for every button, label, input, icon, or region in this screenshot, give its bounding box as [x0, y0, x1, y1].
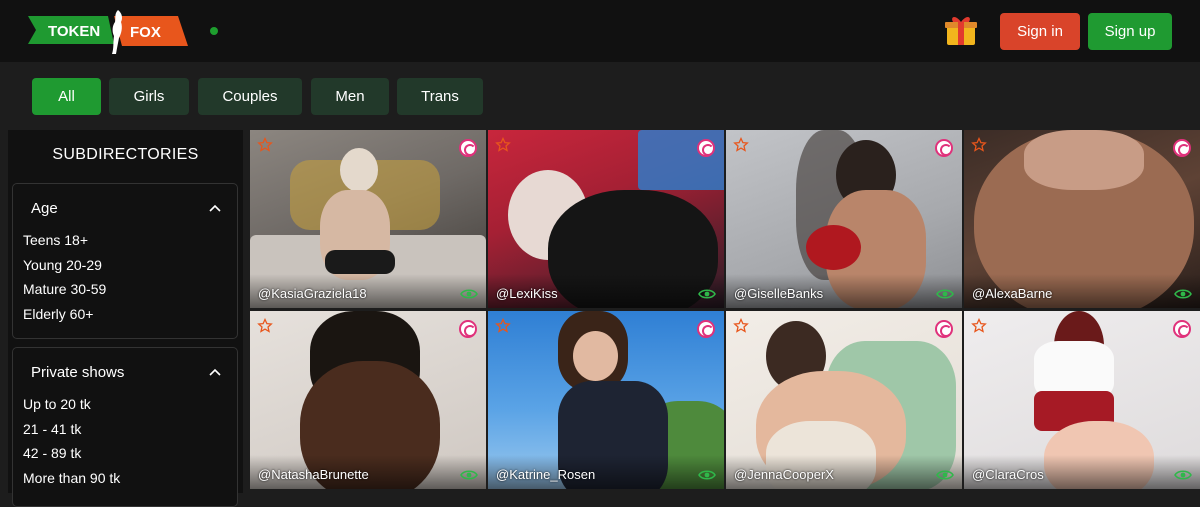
logo-text-right: FOX — [130, 24, 161, 41]
favorite-star-icon[interactable] — [971, 137, 987, 153]
performer-card[interactable]: @ClaraCros — [964, 311, 1200, 489]
viewers-eye-icon — [698, 289, 716, 299]
age-option-elderly[interactable]: Elderly 60+ — [23, 302, 106, 327]
favorite-star-icon[interactable] — [733, 137, 749, 153]
viewers-eye-icon — [698, 470, 716, 480]
viewers-eye-icon — [460, 289, 478, 299]
age-option-teens[interactable]: Teens 18+ — [23, 228, 106, 253]
stream-badge-icon — [935, 139, 953, 157]
performer-name[interactable]: @ClaraCros — [972, 467, 1044, 482]
group-title-private-shows[interactable]: Private shows — [31, 364, 124, 381]
stream-badge-icon — [1173, 320, 1191, 338]
subdirectories-sidebar: SUBDIRECTORIES Age Teens 18+ Young 20-29… — [8, 130, 243, 507]
performer-name[interactable]: @LexiKiss — [496, 286, 558, 301]
favorite-star-icon[interactable] — [733, 318, 749, 334]
age-option-young[interactable]: Young 20-29 — [23, 253, 106, 278]
performer-card[interactable]: @GiselleBanks — [726, 130, 962, 308]
performer-name[interactable]: @JennaCooperX — [734, 467, 834, 482]
performer-name[interactable]: @NatashaBrunette — [258, 467, 369, 482]
price-option-up-to-20[interactable]: Up to 20 tk — [23, 392, 120, 417]
gift-icon[interactable] — [944, 13, 978, 47]
favorite-star-icon[interactable] — [971, 318, 987, 334]
filter-group-private-shows: Private shows Up to 20 tk 21 - 41 tk 42 … — [12, 347, 238, 507]
stream-badge-icon — [1173, 139, 1191, 157]
filter-tab-men[interactable]: Men — [311, 78, 389, 115]
category-filter-bar: All Girls Couples Men Trans — [0, 62, 1200, 130]
performer-card[interactable]: @AlexaBarne — [964, 130, 1200, 308]
favorite-star-icon[interactable] — [257, 137, 273, 153]
stream-badge-icon — [697, 139, 715, 157]
favorite-star-icon[interactable] — [257, 318, 273, 334]
favorite-star-icon[interactable] — [495, 137, 511, 153]
chevron-up-icon[interactable] — [209, 368, 221, 376]
chevron-up-icon[interactable] — [209, 204, 221, 212]
price-option-90-plus[interactable]: More than 90 tk — [23, 466, 120, 491]
viewers-eye-icon — [936, 470, 954, 480]
performer-name[interactable]: @Katrine_Rosen — [496, 467, 595, 482]
filter-tab-girls[interactable]: Girls — [109, 78, 189, 115]
filter-tab-trans[interactable]: Trans — [397, 78, 483, 115]
performer-card[interactable]: @LexiKiss — [488, 130, 724, 308]
sign-up-button[interactable]: Sign up — [1088, 13, 1172, 50]
stream-badge-icon — [459, 139, 477, 157]
viewers-eye-icon — [936, 289, 954, 299]
site-logo[interactable]: TOKEN FOX — [28, 8, 188, 54]
filter-tab-all[interactable]: All — [32, 78, 101, 115]
stream-badge-icon — [459, 320, 477, 338]
group-title-age[interactable]: Age — [31, 200, 58, 217]
logo-text-left: TOKEN — [48, 23, 100, 40]
filter-group-age: Age Teens 18+ Young 20-29 Mature 30-59 E… — [12, 183, 238, 339]
performer-card[interactable]: @NatashaBrunette — [250, 311, 486, 489]
performer-card[interactable]: @Katrine_Rosen — [488, 311, 724, 489]
viewers-eye-icon — [1174, 470, 1192, 480]
online-indicator — [210, 27, 218, 35]
favorite-star-icon[interactable] — [495, 318, 511, 334]
stream-badge-icon — [697, 320, 715, 338]
performer-card[interactable]: @KasiaGraziela18 — [250, 130, 486, 308]
stream-badge-icon — [935, 320, 953, 338]
price-option-42-89[interactable]: 42 - 89 tk — [23, 441, 120, 466]
fox-silhouette-icon — [112, 10, 122, 54]
viewers-eye-icon — [460, 470, 478, 480]
sidebar-title: SUBDIRECTORIES — [52, 146, 199, 163]
performer-name[interactable]: @AlexaBarne — [972, 286, 1052, 301]
performer-name[interactable]: @GiselleBanks — [734, 286, 823, 301]
performer-grid: @KasiaGraziela18 @LexiKiss @GiselleBanks… — [250, 130, 1200, 493]
performer-card[interactable]: @JennaCooperX — [726, 311, 962, 489]
age-option-mature[interactable]: Mature 30-59 — [23, 277, 106, 302]
viewers-eye-icon — [1174, 289, 1192, 299]
top-bar: TOKEN FOX Sign in Sign up — [0, 0, 1200, 62]
price-option-21-41[interactable]: 21 - 41 tk — [23, 417, 120, 442]
performer-name[interactable]: @KasiaGraziela18 — [258, 286, 367, 301]
filter-tab-couples[interactable]: Couples — [198, 78, 302, 115]
sign-in-button[interactable]: Sign in — [1000, 13, 1080, 50]
